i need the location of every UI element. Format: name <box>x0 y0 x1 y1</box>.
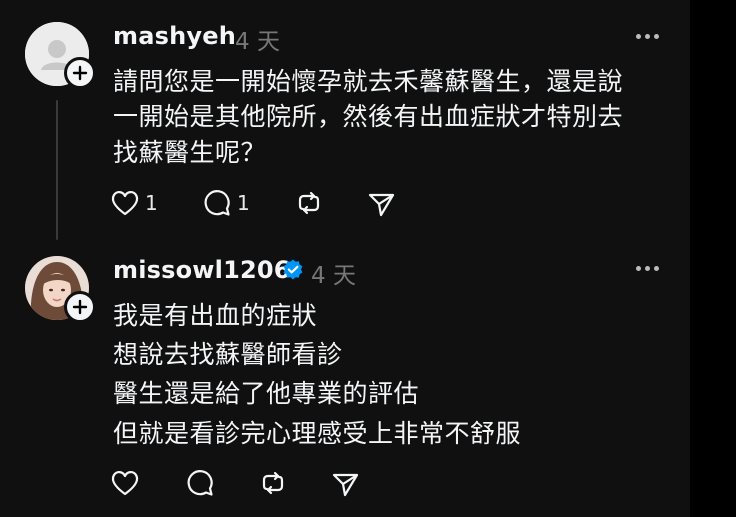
repost-icon <box>298 191 320 215</box>
follow-button[interactable] <box>64 57 96 89</box>
comment-text-line: 請問您是一開始懷孕就去禾馨蘇醫生，還是說 <box>113 67 624 96</box>
page-background <box>690 0 736 517</box>
share-button[interactable] <box>364 186 398 220</box>
reply-count: 1 <box>237 191 250 215</box>
threads-reply-feed: mashyeh 4 天 請問您是一開始懷孕就去禾馨蘇醫生，還是說 一開始是其他院… <box>0 0 690 517</box>
repost-button[interactable] <box>256 466 290 500</box>
send-icon <box>332 473 359 497</box>
username[interactable]: mashyeh <box>113 22 236 50</box>
thread-connector-line <box>56 100 58 240</box>
heart-icon <box>111 471 139 496</box>
follow-button[interactable] <box>64 291 96 323</box>
repost-icon <box>262 471 284 495</box>
verified-badge-icon <box>283 259 303 280</box>
like-count: 1 <box>145 191 158 215</box>
send-icon <box>368 193 395 217</box>
comment-text-line: 找蘇醫生呢？ <box>113 138 267 167</box>
heart-icon <box>111 191 139 216</box>
comment-bubble-icon <box>187 470 213 496</box>
comment-text-line: 一開始是其他院所，然後有出血症狀才特別去 <box>113 102 624 131</box>
plus-icon <box>72 299 88 315</box>
like-button[interactable] <box>108 466 145 500</box>
comment-bubble-icon <box>204 190 230 216</box>
username[interactable]: missowl1206 <box>113 256 291 284</box>
comment-text-line: 醫生還是給了他專業的評估 <box>113 379 420 408</box>
comment-text-line: 我是有出血的症狀 <box>113 301 318 330</box>
timestamp: 4 天 <box>235 29 280 55</box>
share-button[interactable] <box>328 466 362 500</box>
like-button[interactable]: 1 <box>108 186 158 220</box>
repost-button[interactable] <box>292 186 326 220</box>
more-options-icon[interactable] <box>633 259 663 279</box>
plus-icon <box>72 65 88 81</box>
reply-button[interactable] <box>183 466 220 500</box>
timestamp: 4 天 <box>311 263 356 289</box>
comment-text-line: 想說去找蘇醫師看診 <box>113 340 343 369</box>
more-options-icon[interactable] <box>633 27 663 47</box>
comment-text-line: 但就是看診完心理感受上非常不舒服 <box>113 419 522 448</box>
reply-button[interactable]: 1 <box>200 186 250 220</box>
